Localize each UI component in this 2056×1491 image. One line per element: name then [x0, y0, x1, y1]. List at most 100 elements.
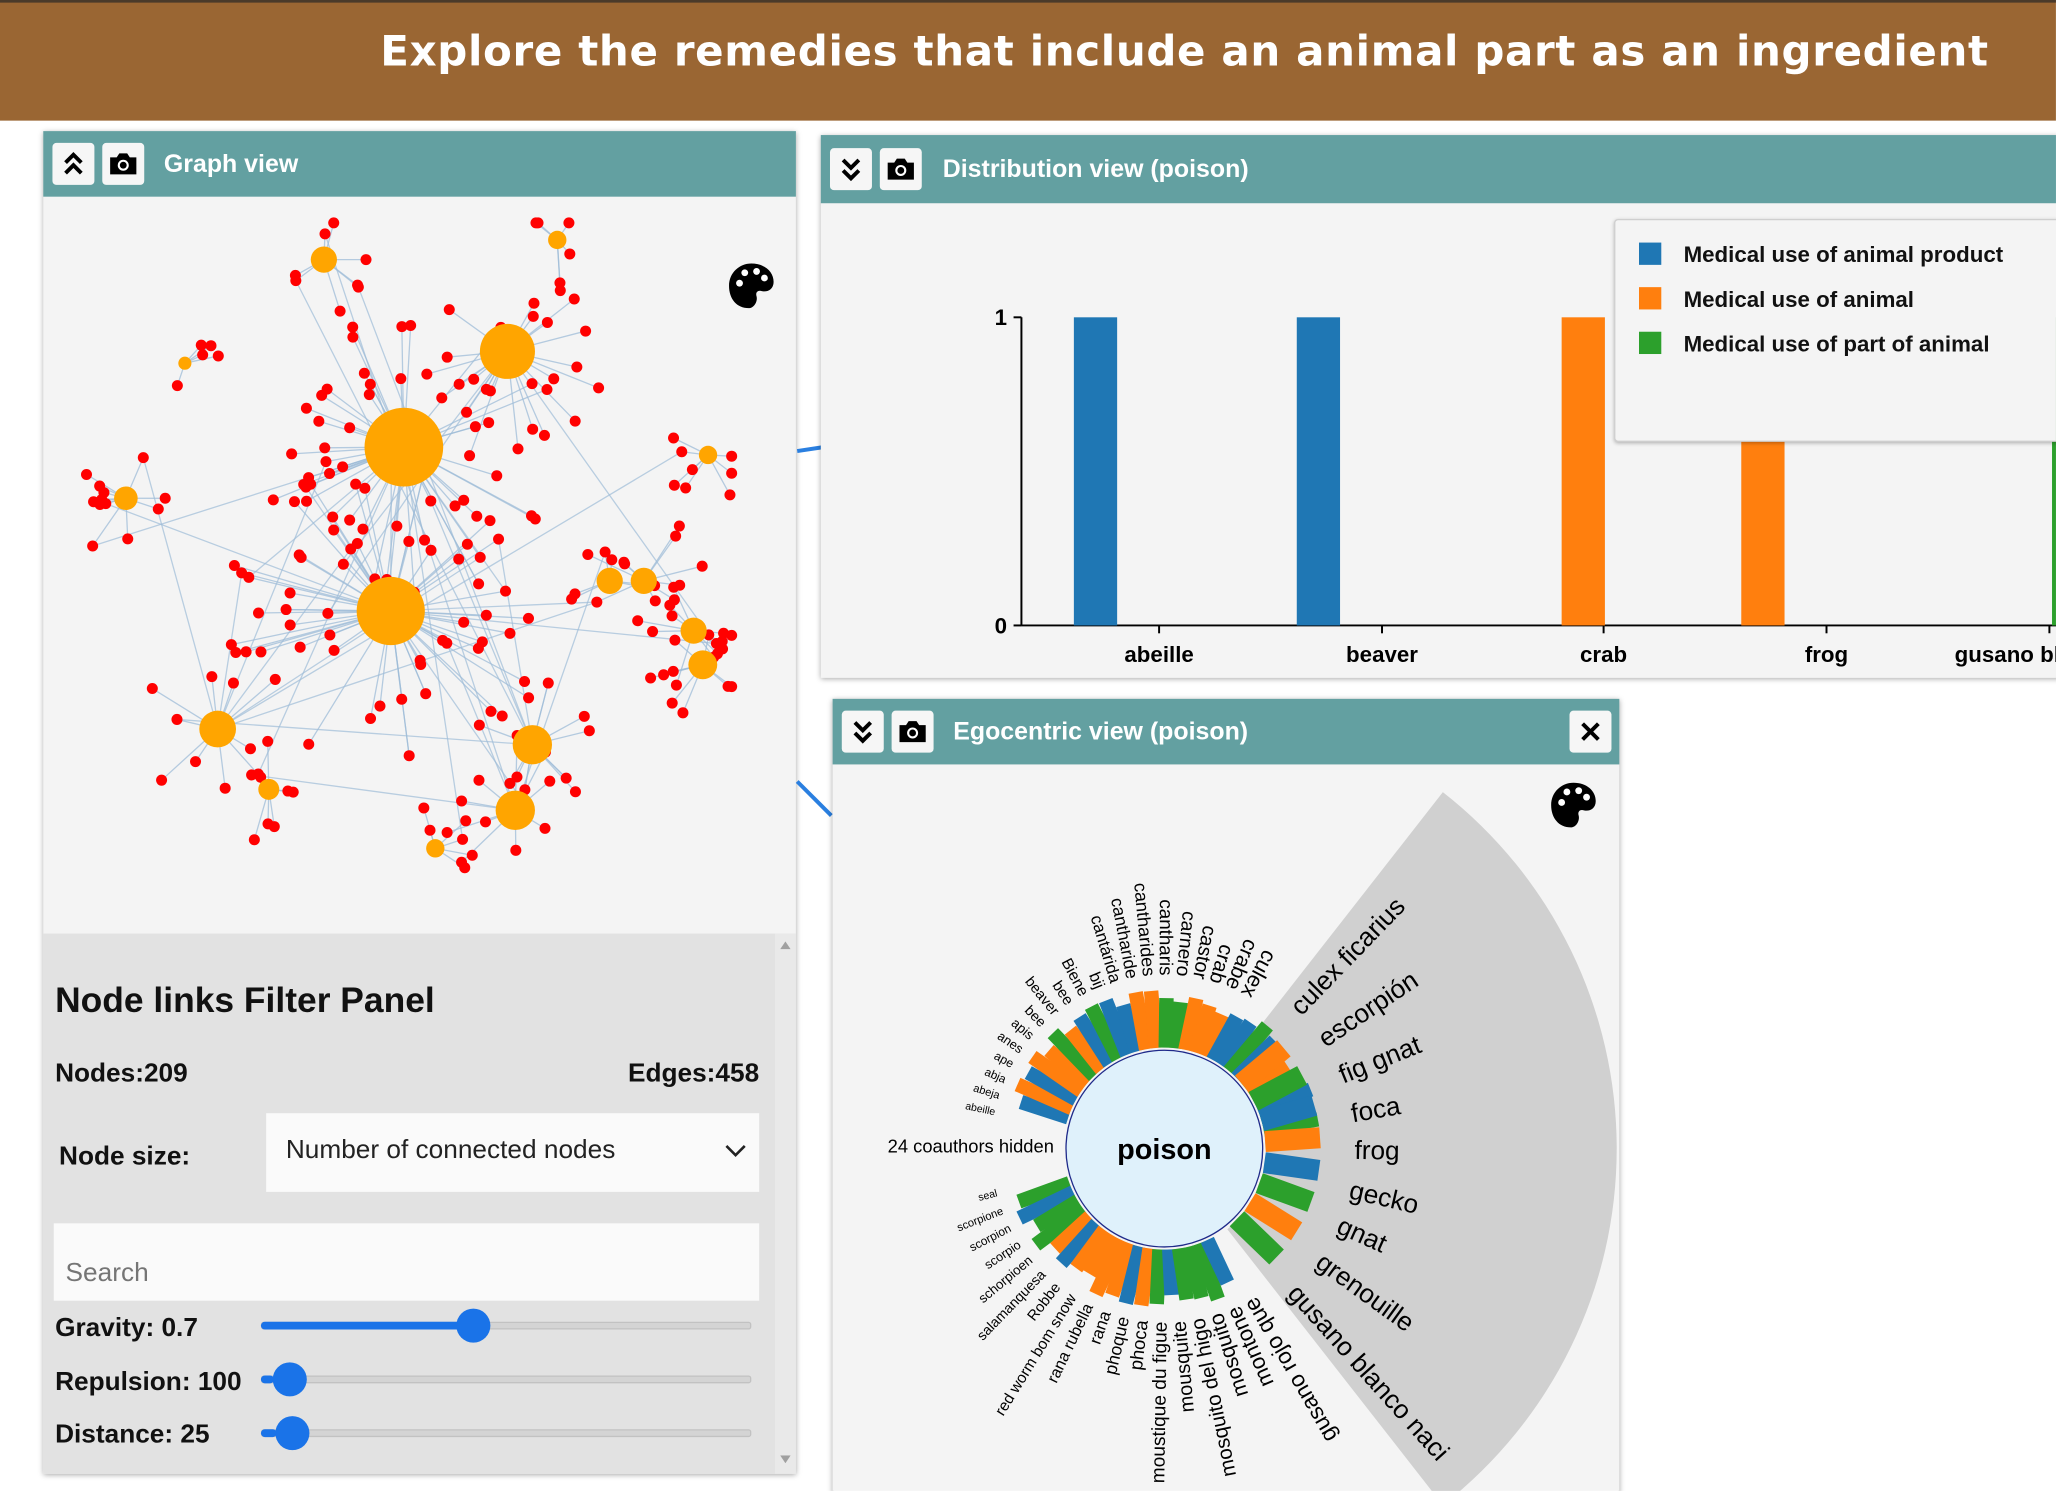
- graph-node: [473, 719, 485, 731]
- graph-node: [580, 325, 592, 337]
- graph-node: [441, 827, 453, 839]
- palette-icon[interactable]: [1551, 782, 1596, 828]
- graph-node: [710, 638, 722, 650]
- graph-node: [522, 612, 534, 624]
- screenshot-button[interactable]: [102, 142, 145, 185]
- scroll-down-arrow[interactable]: [780, 1455, 791, 1464]
- graph-node: [526, 378, 538, 390]
- graph-node: [726, 681, 738, 693]
- graph-node: [538, 429, 550, 441]
- expand-button[interactable]: [829, 148, 872, 191]
- graph-node: [668, 479, 680, 491]
- chart-legend: Medical use of animal product Medical us…: [1614, 218, 2056, 442]
- graph-node: [219, 782, 231, 794]
- search-input[interactable]: [53, 1223, 760, 1301]
- graph-node: [319, 442, 331, 454]
- graph-node: [670, 530, 682, 542]
- graph-node: [456, 795, 468, 807]
- collapse-button[interactable]: [52, 142, 95, 185]
- graph-node: [457, 833, 469, 845]
- graph-hub-node: [548, 230, 567, 250]
- gravity-slider[interactable]: [260, 1306, 752, 1345]
- distance-slider-handle[interactable]: [275, 1416, 310, 1451]
- repulsion-slider-handle[interactable]: [272, 1362, 307, 1397]
- graph-node: [328, 217, 340, 229]
- x-tick-label: frog: [1805, 642, 1848, 667]
- graph-node: [156, 774, 168, 786]
- chart-bar: [1561, 317, 1605, 626]
- repulsion-slider[interactable]: [260, 1360, 752, 1399]
- graph-node: [512, 443, 524, 455]
- graph-node: [541, 316, 553, 328]
- graph-node: [571, 361, 583, 373]
- graph-node: [351, 537, 363, 550]
- egocentric-chart[interactable]: poison24 coauthors hiddenculex ficariuse…: [833, 764, 1620, 1491]
- graph-node: [460, 815, 472, 827]
- node-size-select[interactable]: Number of connected nodes: [266, 1113, 760, 1192]
- graph-node: [443, 304, 455, 316]
- graph-node: [374, 700, 386, 712]
- graph-node: [468, 373, 480, 385]
- legend-swatch: [1639, 331, 1662, 355]
- gravity-slider-handle[interactable]: [456, 1308, 491, 1343]
- graph-node: [670, 679, 682, 691]
- graph-node: [578, 710, 590, 722]
- graph-node: [246, 769, 258, 781]
- graph-node: [668, 581, 680, 593]
- graph-node: [466, 849, 478, 861]
- graph-node: [225, 639, 237, 651]
- graph-node: [425, 544, 437, 556]
- filter-panel-title: Node links Filter Panel: [55, 980, 435, 1021]
- graph-node: [649, 595, 661, 607]
- graph-node: [606, 554, 618, 566]
- distance-slider[interactable]: [260, 1413, 752, 1452]
- graph-node: [493, 533, 505, 545]
- filter-scrollbar[interactable]: [774, 933, 796, 1474]
- graph-node: [324, 468, 336, 480]
- close-button[interactable]: [1569, 710, 1612, 753]
- graph-node: [544, 775, 556, 787]
- graph-node: [396, 693, 408, 705]
- scroll-up-arrow[interactable]: [780, 941, 791, 950]
- x-tick-label: abeille: [1124, 642, 1193, 667]
- graph-node: [303, 738, 315, 750]
- graph-node: [664, 599, 676, 611]
- graph-node: [560, 772, 572, 784]
- graph-node: [453, 553, 465, 565]
- chevron-down-icon: [725, 1145, 746, 1158]
- chevron-double-down-icon: [841, 158, 861, 182]
- palette-icon[interactable]: [729, 263, 774, 309]
- graph-node: [358, 367, 370, 379]
- graph-node: [328, 524, 340, 536]
- graph-canvas[interactable]: [43, 197, 796, 934]
- egocentric-view-header: Egocentric view (poison): [832, 698, 1620, 765]
- graph-node: [206, 671, 218, 683]
- graph-node: [563, 217, 575, 229]
- x-tick-label: crab: [1580, 642, 1627, 667]
- ego-label: seal: [977, 1188, 998, 1204]
- graph-node: [347, 321, 359, 333]
- graph-node: [244, 743, 256, 755]
- graph-node: [449, 500, 461, 512]
- graph-view-panel: Graph view Node links Filter Panel Nodes…: [43, 131, 796, 1474]
- graph-hub-node: [698, 445, 718, 465]
- graph-node: [414, 654, 426, 666]
- graph-node: [726, 629, 738, 641]
- graph-node: [347, 331, 359, 343]
- expand-button[interactable]: [841, 710, 884, 753]
- screenshot-button[interactable]: [891, 710, 934, 753]
- graph-node: [421, 368, 433, 380]
- screenshot-button[interactable]: [879, 148, 922, 191]
- graph-node: [539, 822, 551, 834]
- graph-node: [87, 540, 99, 552]
- graph-node: [504, 777, 516, 789]
- graph-node: [334, 305, 346, 317]
- graph-node: [424, 824, 436, 836]
- graph-hub-node: [356, 576, 425, 646]
- graph-node: [510, 844, 522, 856]
- camera-icon: [110, 153, 137, 175]
- graph-node: [344, 422, 356, 434]
- graph-node: [476, 636, 488, 648]
- graph-node: [365, 713, 377, 725]
- graph-node: [530, 217, 542, 229]
